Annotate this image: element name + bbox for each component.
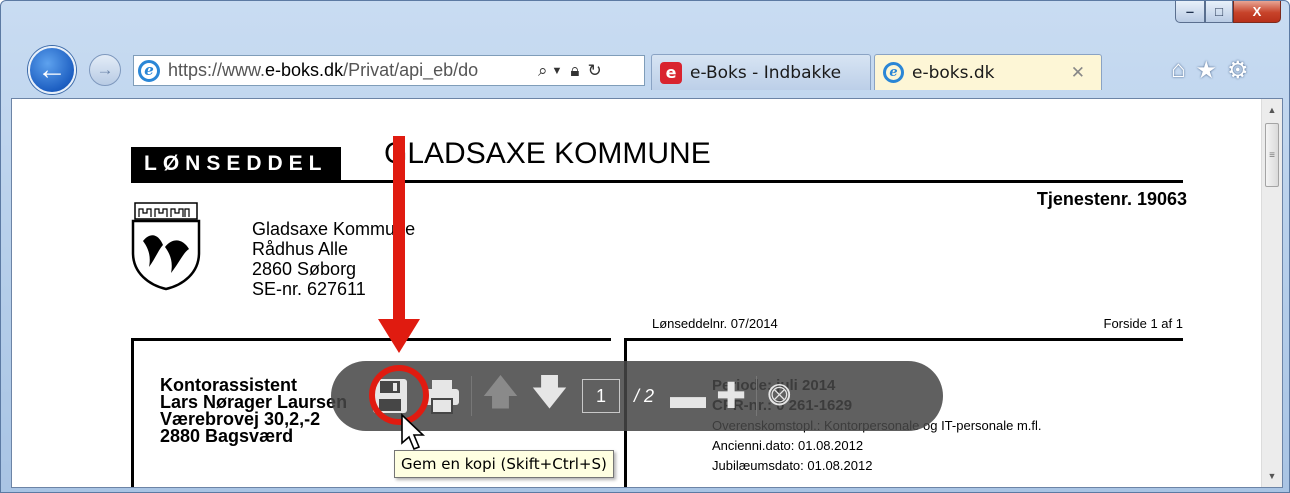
box-rule	[131, 338, 611, 341]
refresh-icon[interactable]: ↻	[587, 61, 601, 81]
box-rule	[624, 338, 1183, 341]
command-icons: ⌂ ★ ⚙	[1171, 56, 1249, 85]
page-info: Forside 1 af 1	[1103, 316, 1184, 331]
tab-e-boks-dk[interactable]: e e-boks.dk ✕	[874, 54, 1102, 90]
address-line: SE-nr. 627611	[252, 279, 366, 299]
lock-icon[interactable]: 🔒︎	[570, 61, 579, 81]
employee-block: Kontorassistent Lars Nørager Laursen Vær…	[160, 376, 347, 446]
previous-page-icon[interactable]: 🡅	[482, 366, 519, 427]
address-line: Rådhus Alle	[252, 239, 349, 259]
anniversary-date-line: Jubilæumsdato: 01.08.2012	[712, 458, 873, 473]
page-number-input[interactable]: 1	[582, 379, 621, 413]
vertical-scrollbar[interactable]: ▲ ≡ ▼	[1261, 99, 1282, 487]
dropdown-chevron-icon[interactable]: ▼	[552, 65, 563, 77]
tab-label: e-boks.dk	[912, 62, 995, 83]
back-arrow-icon: ←	[37, 53, 67, 86]
scroll-thumb[interactable]: ≡	[1265, 123, 1279, 187]
ie-logo-icon: e	[138, 59, 160, 82]
scroll-down-icon[interactable]: ▼	[1262, 467, 1282, 485]
save-copy-tooltip: Gem en kopi (Skift+Ctrl+S)	[394, 450, 614, 478]
next-page-icon[interactable]: 🡇	[531, 366, 568, 427]
header-rule	[131, 180, 1183, 183]
box-rule	[131, 338, 134, 487]
acrobat-icon[interactable]: ⨷	[767, 379, 791, 413]
zoom-in-icon[interactable]: ✚	[716, 375, 746, 417]
forward-button[interactable]: →	[89, 54, 121, 86]
annotation-arrow-head	[378, 319, 420, 353]
toolbar-separator	[471, 376, 472, 416]
slip-number: Lønseddelnr. 07/2014	[652, 316, 778, 331]
url-prefix: https://www.	[168, 60, 266, 80]
address-line: Gladsaxe Kommune	[252, 219, 416, 239]
address-bar[interactable]: e https://www.e-boks.dk/Privat/api_eb/do…	[133, 55, 645, 86]
employee-city: 2880 Bagsværd	[160, 426, 294, 446]
tab-label: e-Boks - Indbakke	[690, 62, 842, 83]
browser-window: ‒ □ X ← → e https://www.e-boks.dk/Privat…	[0, 0, 1290, 493]
seniority-date-line: Ancienni.dato: 01.08.2012	[712, 438, 864, 453]
close-window-button[interactable]: X	[1233, 1, 1281, 23]
home-icon[interactable]: ⌂	[1171, 56, 1186, 85]
maximize-button[interactable]: □	[1205, 1, 1233, 23]
municipality-crest-logo	[131, 202, 201, 291]
forward-arrow-icon: →	[96, 60, 114, 79]
service-number: Tjenestenr. 19063	[1036, 189, 1187, 209]
e-boks-logo-icon: e	[660, 61, 682, 84]
close-tab-icon[interactable]: ✕	[1071, 63, 1085, 83]
window-caption-buttons: ‒ □ X	[1175, 1, 1281, 23]
page-total: / 2	[634, 385, 655, 406]
settings-gear-icon[interactable]: ⚙	[1227, 56, 1249, 85]
toolbar-separator	[756, 376, 758, 416]
back-button[interactable]: ←	[28, 46, 76, 94]
mouse-cursor-icon	[401, 413, 425, 451]
zoom-out-icon[interactable]: ▬	[670, 375, 706, 417]
url-path: /Privat/api_eb/do	[343, 60, 479, 80]
address-line: 2860 Søborg	[252, 259, 357, 279]
employer-address: Gladsaxe Kommune Rådhus Alle 2860 Søborg…	[252, 219, 415, 299]
favorites-star-icon[interactable]: ★	[1196, 56, 1218, 85]
minimize-button[interactable]: ‒	[1175, 1, 1205, 23]
ie-logo-icon: e	[883, 62, 904, 83]
scroll-up-icon[interactable]: ▲	[1262, 101, 1282, 119]
municipality-title: GLADSAXE KOMMUNE	[384, 137, 711, 170]
url-domain: e-boks.dk	[265, 60, 344, 80]
payslip-label: LØNSEDDEL	[131, 147, 341, 181]
annotation-arrow-shaft	[393, 136, 405, 321]
url-text[interactable]: https://www.e-boks.dk/Privat/api_eb/do	[168, 60, 530, 81]
search-icon[interactable]: ⌕	[538, 61, 548, 81]
tab-e-boks-indbakke[interactable]: e e-Boks - Indbakke	[651, 54, 871, 90]
